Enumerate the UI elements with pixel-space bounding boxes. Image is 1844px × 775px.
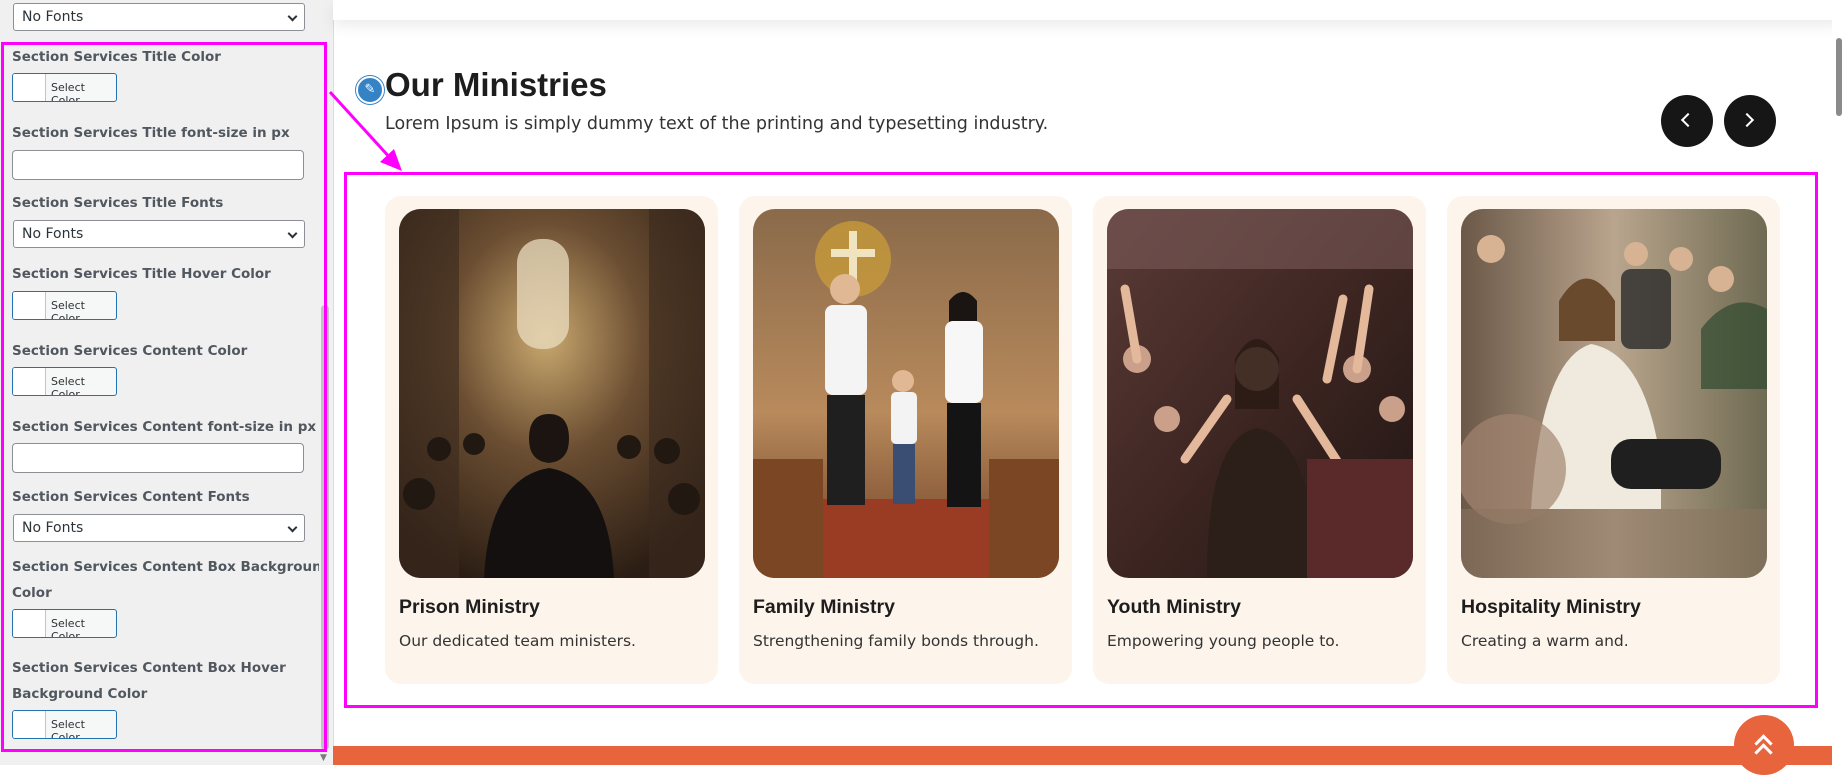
title-font-size-label: Section Services Title font-size in px (12, 125, 290, 141)
title-color-label: Section Services Title Color (12, 49, 221, 65)
content-fonts-select-value: No Fonts (22, 520, 84, 536)
carousel-prev-button[interactable] (1661, 95, 1713, 147)
card-title[interactable]: Youth Ministry (1107, 596, 1241, 619)
section-subtitle: Lorem Ipsum is simply dummy text of the … (385, 114, 1049, 134)
title-fonts-select[interactable]: No Fonts (13, 220, 305, 248)
card-image (753, 209, 1059, 578)
content-color-label: Section Services Content Color (12, 343, 248, 359)
box-bg-color-label: Section Services Content Box Background (12, 559, 332, 575)
sidebar-scrollbar-thumb[interactable] (321, 305, 329, 750)
top-font-select-value: No Fonts (22, 9, 84, 25)
content-fonts-label: Section Services Content Fonts (12, 489, 250, 505)
title-font-size-input[interactable] (12, 150, 304, 180)
select-color-label: Select Color (51, 299, 85, 320)
box-bg-color-picker-button[interactable]: Select Color (12, 609, 117, 638)
top-font-select[interactable]: No Fonts (13, 3, 305, 31)
box-hover-bg-color-label: Section Services Content Box Hover (12, 660, 286, 676)
card-text: Empowering young people to. (1107, 632, 1340, 650)
color-swatch (13, 610, 46, 637)
chevron-down-icon (287, 522, 298, 533)
content-color-picker-button[interactable]: Select Color (12, 367, 117, 396)
carousel-next-button[interactable] (1724, 95, 1776, 147)
card-image (1461, 209, 1767, 578)
scroll-down-arrow-icon[interactable]: ▼ (320, 753, 327, 763)
color-swatch (13, 74, 46, 101)
color-swatch (13, 711, 46, 738)
color-swatch (13, 292, 46, 319)
card-text: Strengthening family bonds through. (753, 632, 1039, 650)
content-fonts-select[interactable]: No Fonts (13, 514, 305, 542)
ministry-card[interactable]: Prison Ministry Our dedicated team minis… (385, 196, 718, 684)
select-color-label: Select Color (51, 617, 85, 638)
chevron-left-icon (1680, 112, 1696, 128)
title-fonts-select-value: No Fonts (22, 226, 84, 242)
select-color-label: Select Color (51, 718, 85, 739)
card-text: Our dedicated team ministers. (399, 632, 636, 650)
title-hover-color-picker-button[interactable]: Select Color (12, 291, 117, 320)
title-hover-color-label: Section Services Title Hover Color (12, 266, 271, 282)
chevron-down-icon (287, 228, 298, 239)
ministry-card[interactable]: Family Ministry Strengthening family bon… (739, 196, 1072, 684)
card-image (1107, 209, 1413, 578)
scroll-to-top-button[interactable] (1734, 715, 1794, 775)
preview-scrollbar-thumb[interactable] (1836, 38, 1842, 116)
title-color-picker-button[interactable]: Select Color (12, 73, 117, 102)
card-title[interactable]: Prison Ministry (399, 596, 540, 619)
select-color-label: Select Color (51, 375, 85, 396)
box-bg-color-label-line2: Color (12, 585, 52, 601)
content-font-size-input[interactable] (12, 443, 304, 473)
ministry-card[interactable]: Hospitality Ministry Creating a warm and… (1447, 196, 1780, 684)
title-fonts-label: Section Services Title Fonts (12, 195, 224, 211)
header-strip (333, 0, 1842, 20)
select-color-label: Select Color (51, 81, 85, 102)
chevron-down-icon (287, 11, 298, 22)
card-text: Creating a warm and. (1461, 632, 1629, 650)
section-title: Our Ministries (385, 66, 607, 103)
content-font-size-label: Section Services Content font-size in px (12, 419, 317, 435)
chevron-right-icon (1739, 112, 1755, 128)
customizer-sidebar: No Fonts Section Services Title Color Se… (0, 0, 334, 765)
card-image (399, 209, 705, 578)
ministry-card[interactable]: Youth Ministry Empowering young people t… (1093, 196, 1426, 684)
footer-bar (333, 746, 1832, 765)
card-title[interactable]: Hospitality Ministry (1461, 596, 1641, 619)
color-swatch (13, 368, 46, 395)
box-hover-bg-color-picker-button[interactable]: Select Color (12, 710, 117, 739)
pencil-icon[interactable]: ✎ (356, 76, 384, 104)
card-title[interactable]: Family Ministry (753, 596, 895, 619)
box-hover-bg-color-label-line2: Background Color (12, 686, 148, 702)
